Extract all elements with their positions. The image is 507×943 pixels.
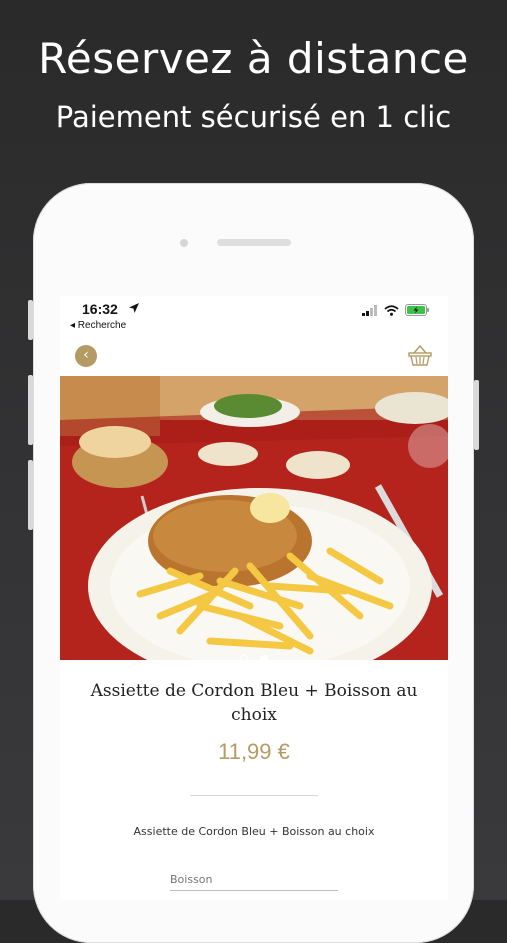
product-price: 11,99 € [218, 739, 290, 764]
app-screen: 16:32 ◂ Recherche ‹ Assiette de Cordon B… [60, 296, 448, 900]
phone-speaker [217, 239, 291, 246]
promo-subline: Paiement sécurisé en 1 clic [55, 100, 452, 134]
phone-side-button [28, 375, 33, 445]
product-title: Assiette de Cordon Bleu + Boisson au cho… [90, 681, 418, 725]
carousel-dots[interactable] [60, 648, 448, 667]
phone-side-button [28, 300, 33, 340]
back-button[interactable]: ‹ [75, 345, 97, 367]
chevron-left-icon: ‹ [83, 347, 89, 363]
phone-side-button [474, 380, 479, 450]
back-to-app-link[interactable]: ◂ Recherche [70, 320, 126, 331]
signal-icon [362, 304, 377, 316]
status-indicators [362, 304, 430, 316]
phone-camera [180, 239, 188, 247]
location-arrow-icon [129, 303, 139, 313]
product-photo [60, 376, 448, 660]
carousel-dot[interactable] [240, 655, 249, 663]
phone-side-button [28, 460, 33, 530]
wifi-icon [384, 304, 399, 316]
promo-headline: Réservez à distance [38, 34, 469, 83]
drink-option-input[interactable] [170, 868, 338, 891]
battery-charging-icon [405, 304, 429, 316]
status-time: 16:32 [82, 301, 118, 317]
product-description: Assiette de Cordon Bleu + Boisson au cho… [133, 825, 375, 838]
basket-icon[interactable] [408, 344, 432, 366]
carousel-dot-active[interactable] [259, 655, 268, 663]
divider [190, 795, 318, 796]
